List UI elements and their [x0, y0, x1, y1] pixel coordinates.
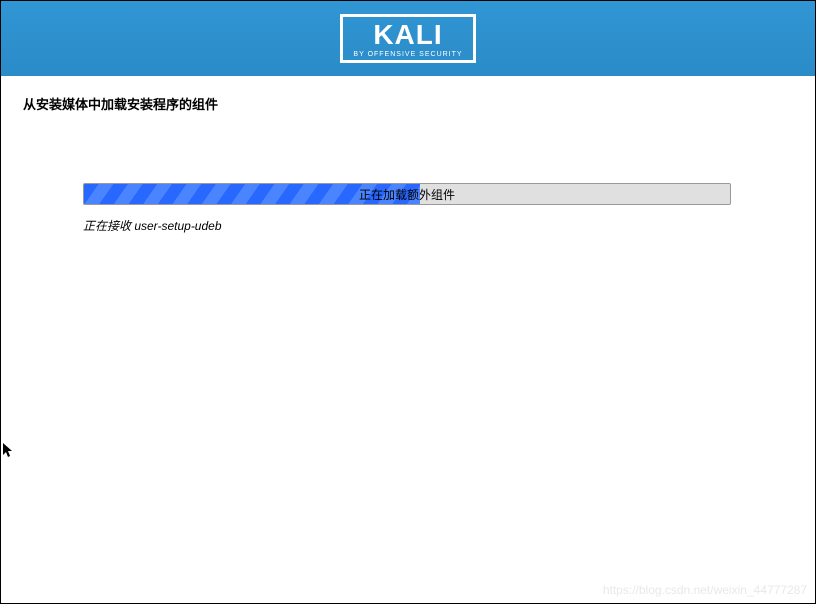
- page-title: 从安装媒体中加载安装程序的组件: [23, 94, 793, 113]
- kali-logo: KALI BY OFFENSIVE SECURITY: [340, 14, 475, 63]
- mouse-cursor-icon: [3, 443, 15, 459]
- progress-label: 正在加载额外组件: [84, 184, 730, 204]
- logo-main-text: KALI: [373, 21, 442, 49]
- installer-header: KALI BY OFFENSIVE SECURITY: [1, 1, 815, 76]
- logo-subtitle: BY OFFENSIVE SECURITY: [353, 51, 462, 58]
- progress-bar: 正在加载额外组件: [83, 183, 731, 205]
- progress-status: 正在接收 user-setup-udeb: [83, 217, 731, 234]
- watermark-text: https://blog.csdn.net/weixin_44777287: [603, 583, 807, 597]
- progress-container: 正在加载额外组件 正在接收 user-setup-udeb: [83, 183, 731, 234]
- content-area: 从安装媒体中加载安装程序的组件 正在加载额外组件 正在接收 user-setup…: [1, 76, 815, 252]
